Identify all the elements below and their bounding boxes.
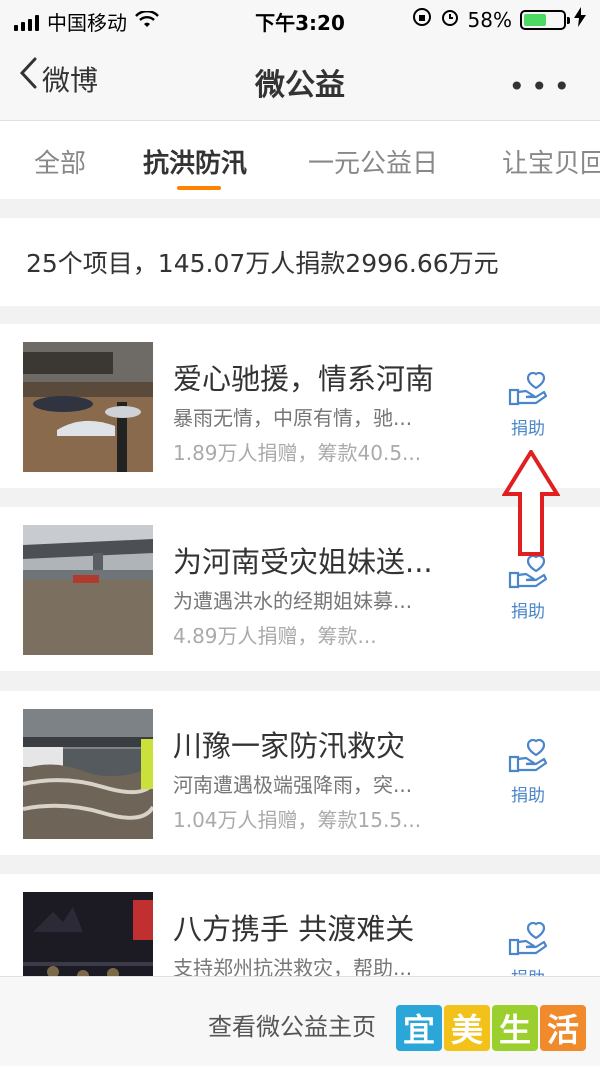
watermark-char: 生 [492, 1005, 538, 1051]
donate-label: 捐助 [511, 419, 545, 439]
project-image [23, 892, 153, 976]
tab-all[interactable]: 全部 [34, 143, 86, 180]
view-homepage-link[interactable]: 查看微公益主页 [208, 1007, 376, 1042]
watermark-char: 宜 [396, 1005, 442, 1051]
donate-label: 捐助 [511, 602, 545, 622]
project-card[interactable]: 川豫一家防汛救灾 河南遭遇极端强降雨，突... 1.04万人捐赠，筹款15.5.… [0, 691, 600, 855]
category-tabs: 全部 抗洪防汛 一元公益日 让宝贝回 [0, 121, 600, 199]
project-card[interactable]: 八方携手 共渡难关 支持郑州抗洪救灾，帮助... 捐助 [0, 874, 600, 976]
annotation-arrow-icon [501, 448, 561, 562]
donate-heart-hand-icon [500, 920, 556, 956]
project-image [23, 342, 153, 472]
project-description: 河南遭遇极端强降雨，突... [173, 773, 413, 797]
charging-icon [574, 7, 586, 32]
more-button[interactable]: ••• [508, 70, 576, 103]
donate-heart-hand-icon [500, 370, 556, 406]
project-title: 为河南受灾姐妹送... [173, 545, 433, 579]
tab-flood-prevention[interactable]: 抗洪防汛 [143, 143, 247, 180]
tab-bring-baby-home[interactable]: 让宝贝回 [502, 143, 600, 180]
project-title: 八方携手 共渡难关 [173, 912, 415, 946]
project-title: 川豫一家防汛救灾 [173, 729, 406, 763]
tab-one-yuan-day[interactable]: 一元公益日 [308, 143, 438, 180]
project-description: 暴雨无情，中原有情，驰... [173, 406, 413, 430]
donate-heart-hand-icon [500, 737, 556, 773]
watermark-char: 美 [444, 1005, 490, 1051]
project-image [23, 709, 153, 839]
donate-button[interactable]: 捐助 [500, 370, 556, 439]
donate-label: 捐助 [511, 786, 545, 806]
project-title: 爱心驰援，情系河南 [173, 362, 435, 396]
project-description: 为遭遇洪水的经期姐妹募... [173, 589, 413, 613]
project-stats: 4.89万人捐赠，筹款... [173, 624, 377, 648]
nav-bar: 微博 微公益 ••• [0, 40, 600, 121]
watermark: 宜 美 生 活 [396, 1005, 586, 1051]
donate-label: 捐助 [500, 964, 556, 976]
summary-text: 25个项目，145.07万人捐款2996.66万元 [0, 218, 600, 306]
rotation-lock-icon [412, 7, 432, 32]
battery-percent: 58% [467, 7, 512, 32]
donate-button[interactable]: 捐助 [500, 737, 556, 806]
alarm-icon [440, 7, 460, 32]
project-stats: 1.04万人捐赠，筹款15.5... [173, 808, 422, 832]
donate-button[interactable]: 捐助 [500, 553, 556, 622]
active-tab-indicator [177, 186, 221, 190]
donate-button[interactable]: 捐助 [500, 920, 556, 976]
project-stats: 1.89万人捐赠，筹款40.5... [173, 441, 422, 465]
project-image [23, 525, 153, 655]
watermark-char: 活 [540, 1005, 586, 1051]
project-description: 支持郑州抗洪救灾，帮助... [173, 956, 413, 976]
battery-icon [520, 9, 570, 30]
status-bar: 中国移动 下午3:20 58% [0, 0, 600, 40]
